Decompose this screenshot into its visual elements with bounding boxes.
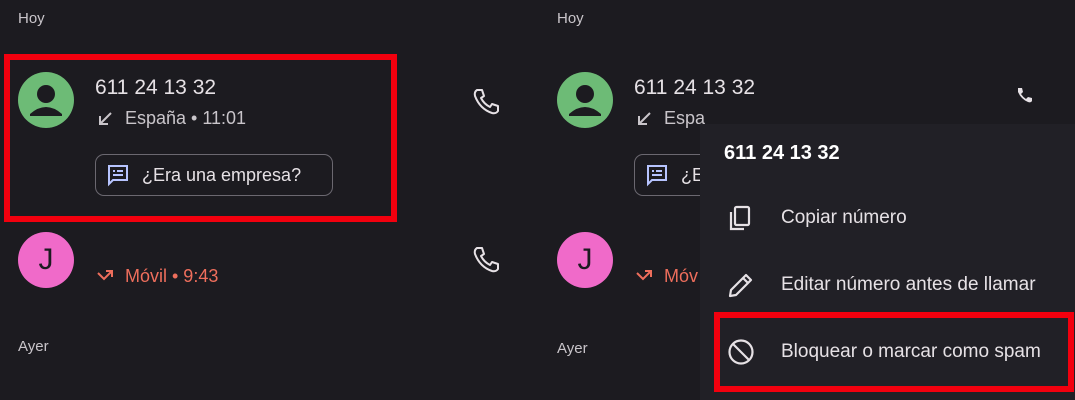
menu-title-number: 611 24 13 32 xyxy=(724,142,840,164)
menu-item-label: Editar número antes de llamar xyxy=(781,274,1036,295)
call-meta-text: Móvil • 9:43 xyxy=(125,266,219,286)
person-icon xyxy=(569,85,601,116)
section-header-today: Hoy xyxy=(557,10,584,27)
feedback-icon xyxy=(647,165,667,187)
section-header-today: Hoy xyxy=(18,10,45,27)
pencil-icon xyxy=(728,273,753,298)
menu-item-edit-number[interactable]: Editar número antes de llamar xyxy=(700,255,1075,315)
highlight-box-block-option xyxy=(714,312,1074,392)
menu-item-label: Copiar número xyxy=(781,207,907,228)
section-header-yesterday: Ayer xyxy=(18,338,49,355)
avatar-contact-unknown[interactable] xyxy=(557,72,613,128)
incoming-call-arrow-icon xyxy=(638,111,651,125)
call-meta-text: Móv xyxy=(664,266,699,286)
phone-icon[interactable] xyxy=(1008,82,1040,114)
call-history-panel-left: Hoy 611 24 13 32 España • 11:01 ¿Era una… xyxy=(0,0,538,400)
copy-icon xyxy=(729,205,751,231)
avatar-letter: J xyxy=(38,243,54,276)
call-meta-missed: Móv xyxy=(634,266,698,287)
highlight-box-call-entry xyxy=(4,54,397,222)
missed-call-arrow-icon xyxy=(97,269,113,280)
missed-call-arrow-icon xyxy=(636,269,652,280)
call-number[interactable]: 611 24 13 32 xyxy=(634,76,755,100)
avatar-contact-j[interactable]: J xyxy=(18,232,74,288)
call-meta: Espa xyxy=(634,108,705,129)
call-meta-text: Espa xyxy=(664,108,706,128)
section-header-yesterday: Ayer xyxy=(557,340,588,357)
phone-icon[interactable] xyxy=(470,86,502,118)
menu-item-copy-number[interactable]: Copiar número xyxy=(700,188,1075,248)
avatar-letter: J xyxy=(577,243,593,276)
call-meta-missed: Móvil • 9:43 xyxy=(95,266,218,287)
avatar-contact-j[interactable]: J xyxy=(557,232,613,288)
phone-icon[interactable] xyxy=(470,244,502,276)
